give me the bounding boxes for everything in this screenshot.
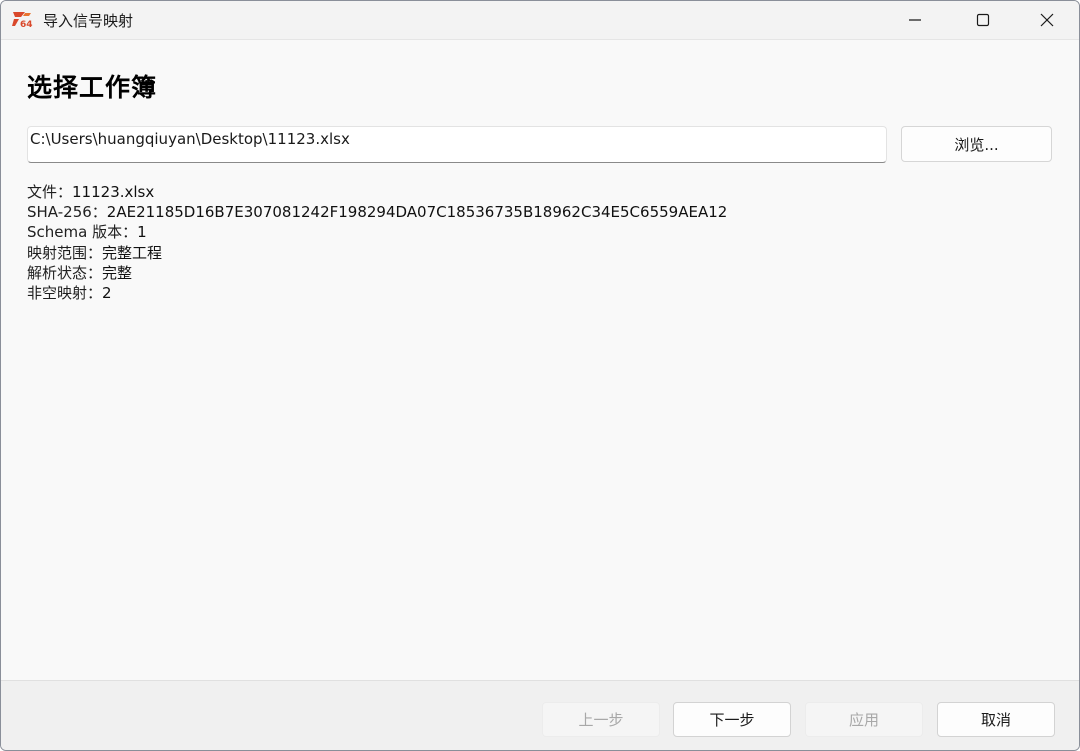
next-step-button[interactable]: 下一步: [673, 702, 791, 737]
close-icon: [1040, 13, 1054, 27]
workbook-info: 文件：11123.xlsx SHA-256：2AE21185D16B7E3070…: [27, 182, 727, 303]
maximize-button[interactable]: [951, 1, 1015, 39]
info-sha256: SHA-256：2AE21185D16B7E307081242F198294DA…: [27, 203, 728, 222]
cancel-button[interactable]: 取消: [937, 702, 1055, 737]
minimize-icon: [908, 13, 922, 27]
title-bar[interactable]: 64 导入信号映射: [1, 1, 1079, 40]
close-button[interactable]: [1015, 1, 1079, 39]
import-signal-mapping-dialog: 64 导入信号映射 选择工作簿 C:\Users\huangqiuyan\Des…: [0, 0, 1080, 751]
info-non-empty-mappings: 非空映射：2: [27, 283, 112, 302]
info-file: 文件：11123.xlsx: [27, 183, 155, 201]
svg-text:64: 64: [20, 20, 33, 29]
window-title: 导入信号映射: [43, 12, 134, 30]
page-title: 选择工作簿: [27, 73, 158, 102]
workbook-path-input[interactable]: C:\Users\huangqiuyan\Desktop\11123.xlsx: [27, 126, 887, 163]
info-mapping-scope: 映射范围：完整工程: [27, 243, 163, 262]
browse-button[interactable]: 浏览...: [901, 126, 1052, 162]
apply-button[interactable]: 应用: [805, 702, 923, 737]
previous-step-button[interactable]: 上一步: [542, 702, 660, 737]
dialog-footer: 上一步 下一步 应用 取消: [1, 680, 1079, 750]
info-parse-status: 解析状态：完整: [27, 263, 133, 282]
minimize-button[interactable]: [883, 1, 947, 39]
info-schema-version: Schema 版本：1: [27, 223, 147, 242]
maximize-icon: [976, 13, 990, 27]
app-logo-icon: 64: [11, 9, 35, 30]
